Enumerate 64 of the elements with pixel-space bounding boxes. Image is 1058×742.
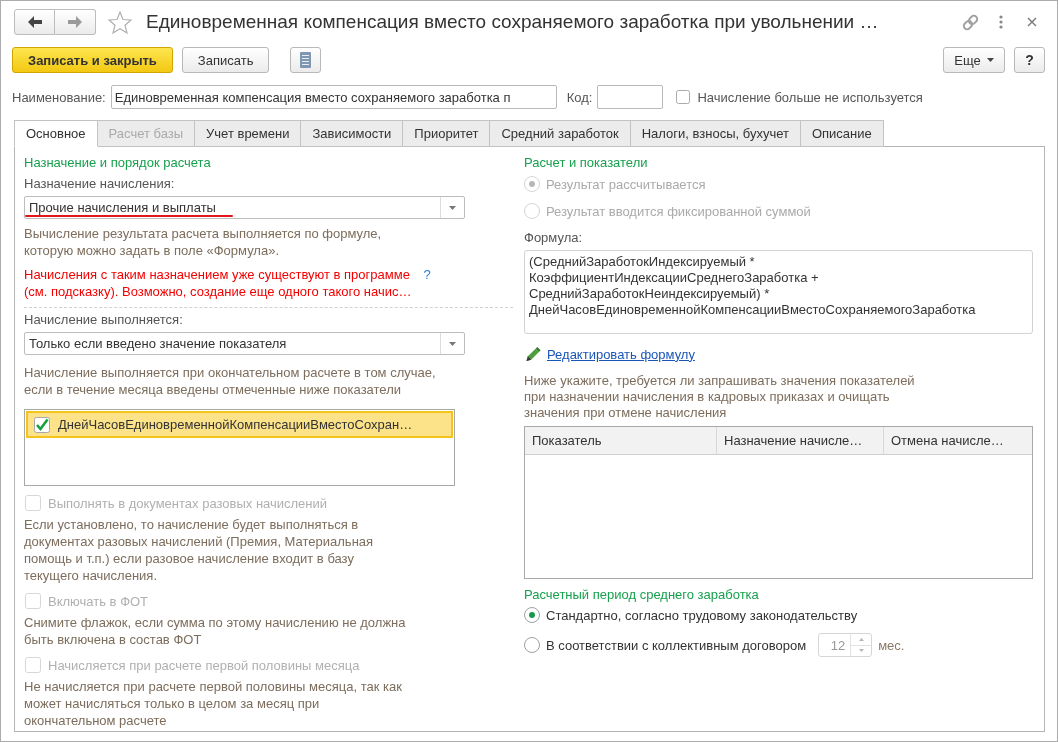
code-field[interactable] — [597, 85, 664, 109]
hint-text: Начисление выполняется при окончательном расчете в том случае, если в течение месяца введены отмеченные ниже показатели — [24, 364, 437, 398]
tab[interactable]: Основное — [14, 120, 98, 147]
radio-label: Стандартно, согласно трудовому законодательству — [546, 607, 858, 623]
column-header[interactable]: Показатель — [525, 427, 717, 454]
formula-field[interactable]: (СреднийЗаработокИндексируемый * КоэффициентИндексацииСреднегоЗаработка + СреднийЗаработокНеиндексируемый) * ДнейЧасовЕдиновременнойКомпенсацииВместоСохраняемогоЗаработка — [524, 250, 1033, 334]
tab[interactable]: Зависимости — [301, 120, 404, 147]
checkbox-label: Начисление больше не используется — [697, 89, 923, 105]
more-button[interactable]: Еще — [943, 47, 1005, 73]
tab[interactable]: Приоритет — [403, 120, 491, 147]
section-title: Расчетный период среднего заработка — [524, 587, 760, 603]
checkbox[interactable] — [676, 90, 691, 104]
window-title: Единовременная компенсация вместо сохраняемого заработка при увольнении … — [146, 11, 880, 33]
back-button[interactable] — [14, 9, 55, 35]
checkbox[interactable] — [34, 416, 50, 433]
caret-icon — [449, 341, 456, 346]
star-icon[interactable] — [108, 10, 132, 34]
list-item[interactable]: ДнейЧасовЕдиновременнойКомпенсацииВместоСохран… — [26, 411, 453, 438]
column-header[interactable]: Назначение начисле… — [717, 427, 884, 454]
unit-label: мес. — [878, 637, 905, 653]
help-link[interactable]: ? — [423, 266, 431, 283]
left-arrow-icon — [27, 16, 42, 28]
pencil-icon — [526, 346, 541, 362]
help-button[interactable]: ? — [1014, 47, 1045, 73]
warning-text: Начисления с таким назначением уже существуют в программе (см. подсказку). Возможно, создание еще одного такого начис… — [24, 266, 412, 300]
checkbox-label: Выполнять в документах разовых начислений — [48, 495, 328, 511]
column-header[interactable]: Отмена начисле… — [884, 427, 1032, 454]
hint-text: Ниже укажите, требуется ли запрашивать значения показателей при назначении начисления в кадровых приказах и очищать значения при отмене начисления — [524, 373, 916, 421]
hint-text: Снимите флажок, если сумма по этому начислению не должна быть включена в состав ФОТ — [24, 614, 407, 648]
radio-button[interactable] — [524, 637, 540, 653]
caret-icon — [449, 205, 456, 210]
field-label: Начисление выполняется: — [24, 312, 184, 328]
save-button[interactable]: Записать — [181, 47, 270, 73]
caret-icon — [986, 58, 994, 62]
section-title: Расчет и показатели — [524, 155, 649, 171]
name-field[interactable]: Единовременная компенсация вместо сохраняемого заработка п — [110, 85, 557, 109]
close-icon[interactable] — [1027, 17, 1037, 27]
tab[interactable]: Учет времени — [195, 120, 302, 147]
tab[interactable]: Налоги, взносы, бухучет — [630, 120, 801, 147]
field-label: Назначение начисления: — [24, 176, 176, 192]
edit-formula-link[interactable]: Редактировать формулу — [547, 346, 695, 362]
checkbox-label: Начисляется при расчете первой половины месяца — [48, 657, 360, 673]
radio-button[interactable] — [524, 607, 540, 623]
right-arrow-icon — [68, 16, 82, 28]
document-icon — [300, 52, 312, 68]
field-label: Код: — [566, 89, 593, 105]
section-title: Назначение и порядок расчета — [24, 155, 212, 171]
save-and-close-button[interactable]: Записать и закрыть — [12, 47, 173, 73]
radio-label: Результат рассчитывается — [546, 176, 706, 192]
more-icon[interactable] — [999, 15, 1003, 29]
field-label: Наименование: — [12, 89, 106, 105]
link-icon[interactable] — [961, 12, 980, 32]
field-label: Формула: — [524, 230, 584, 246]
document-button[interactable] — [290, 47, 322, 73]
tab[interactable]: Средний заработок — [490, 120, 631, 147]
execution-dropdown[interactable]: Только если введено значение показателя — [24, 332, 465, 355]
hint-text: Не начисляется при расчете первой половины месяца, так как может начисляться только в целом за месяц при окончательном расчете — [24, 678, 403, 729]
purpose-dropdown[interactable]: Прочие начисления и выплаты — [24, 196, 465, 219]
tab[interactable]: Описание — [800, 120, 884, 147]
checkbox-label: Включать в ФОТ — [48, 593, 149, 609]
hint-text: Если установлено, то начисление будет выполняться в документах разовых начислений (Премия, Материальная помощь и т.п.) если разовое начисление входит в базу текущего начисления. — [24, 516, 375, 584]
radio-label: В соответствии с коллективным договором — [546, 637, 807, 653]
radio-label: Результат вводится фиксированной суммой — [546, 203, 811, 219]
hint-text: Вычисление результата расчета выполняется по формуле, которую можно задать в поле «Формула». — [24, 225, 383, 259]
